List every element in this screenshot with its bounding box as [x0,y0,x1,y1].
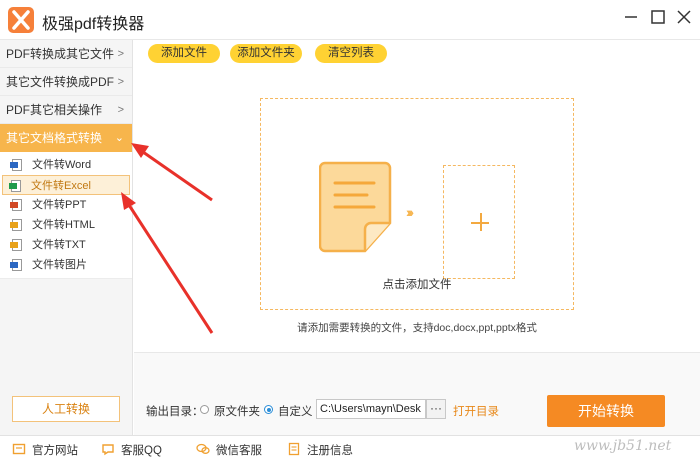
sub-item-label: 文件转PPT [32,199,87,211]
footer-register[interactable]: 注册信息 [287,442,353,458]
radio-custom[interactable] [264,405,273,414]
sidebar: PDF转换成其它文件 > 其它文件转换成PDF > PDF其它相关操作 > 其它… [0,40,133,435]
format-hint: 请添加需要转换的文件，支持doc,docx,ppt,pptx格式 [297,322,537,334]
footer-register-label: 注册信息 [307,445,353,457]
add-file-plus-box[interactable] [443,165,515,279]
radio-original-folder[interactable] [200,405,209,414]
menu-other-to-pdf[interactable]: 其它文件转换成PDF > [0,68,132,96]
menu-label: PDF转换成其它文件 [6,47,115,61]
menu-label: PDF其它相关操作 [6,103,103,117]
radio-custom-label[interactable]: 自定义 [278,403,313,419]
radio-original-folder-label[interactable]: 原文件夹 [214,403,260,419]
document-icon [319,161,392,253]
start-convert-button[interactable]: 开始转换 [547,395,665,427]
html-file-icon [10,219,22,231]
sub-item-label: 文件转HTML [32,219,95,231]
drop-zone[interactable]: ››› 点击添加文件 [260,98,574,310]
ppt-file-icon [10,199,22,211]
output-dir-label: 输出目录： [146,406,204,418]
image-file-icon [10,259,22,271]
maximize-button[interactable] [647,6,669,28]
sub-item-label: 文件转Word [32,159,92,171]
chevron-right-icon: > [117,76,124,88]
browse-button[interactable]: ··· [426,399,446,419]
wechat-icon [196,443,210,454]
site-watermark: www.jb51.net [574,438,672,454]
manual-convert-button[interactable]: 人工转换 [12,396,120,422]
chevron-right-icon: > [117,104,124,116]
app-title: 极强pdf转换器 [42,16,145,33]
arrows-icon: ››› [406,204,414,220]
word-file-icon [10,159,22,171]
menu-label: 其它文档格式转换 [6,131,103,145]
footer-wechat-label: 微信客服 [216,445,262,457]
main-panel: 添加文件 添加文件夹 清空列表 ››› 点击添加文件 请添加需要转换的文件，支持… [134,40,700,435]
chevron-right-icon: > [117,48,124,60]
chat-icon [102,444,114,456]
sub-item-label: 文件转图片 [32,259,87,271]
sub-item-excel[interactable]: 文件转Excel [2,175,130,195]
sub-item-label: 文件转TXT [32,239,86,251]
excel-file-icon [9,180,21,192]
sub-item-ppt[interactable]: 文件转PPT [0,195,132,215]
sub-item-html[interactable]: 文件转HTML [0,215,132,235]
add-file-button[interactable]: 添加文件 [148,44,220,63]
menu-label: 其它文件转换成PDF [6,75,115,89]
drop-zone-label: 点击添加文件 [382,279,452,291]
home-icon [12,443,26,455]
title-bar: 极强pdf转换器 [0,0,700,40]
app-logo-icon [8,7,34,33]
submenu: 文件转Word 文件转Excel 文件转PPT 文件转HTML 文件转TXT 文… [0,152,132,279]
footer-qq-label: 客服QQ [121,445,162,457]
sub-item-word[interactable]: 文件转Word [0,155,132,175]
footer-website[interactable]: 官方网站 [12,442,78,458]
menu-other-format-convert[interactable]: 其它文档格式转换 ⌄ [0,124,132,152]
txt-file-icon [10,239,22,251]
clear-list-button[interactable]: 清空列表 [315,44,387,63]
minimize-button[interactable] [620,6,642,28]
chevron-down-icon: ⌄ [114,132,124,144]
footer-wechat[interactable]: 微信客服 [196,442,262,458]
close-button[interactable] [673,6,695,28]
toolbar: 添加文件 添加文件夹 清空列表 [134,40,700,66]
add-folder-button[interactable]: 添加文件夹 [230,44,302,63]
open-directory-link[interactable]: 打开目录 [453,403,499,419]
sub-item-label: 文件转Excel [31,180,91,192]
output-path-input[interactable] [316,399,426,419]
plus-icon-bar [471,222,489,224]
menu-pdf-other-ops[interactable]: PDF其它相关操作 > [0,96,132,124]
sub-item-txt[interactable]: 文件转TXT [0,235,132,255]
sub-item-image[interactable]: 文件转图片 [0,255,132,275]
document-info-icon [288,442,300,456]
footer-qq[interactable]: 客服QQ [101,442,162,458]
output-settings: 输出目录： 原文件夹 自定义 ··· 打开目录 开始转换 [134,352,700,435]
menu-pdf-to-other[interactable]: PDF转换成其它文件 > [0,40,132,68]
footer-website-label: 官方网站 [32,445,78,457]
